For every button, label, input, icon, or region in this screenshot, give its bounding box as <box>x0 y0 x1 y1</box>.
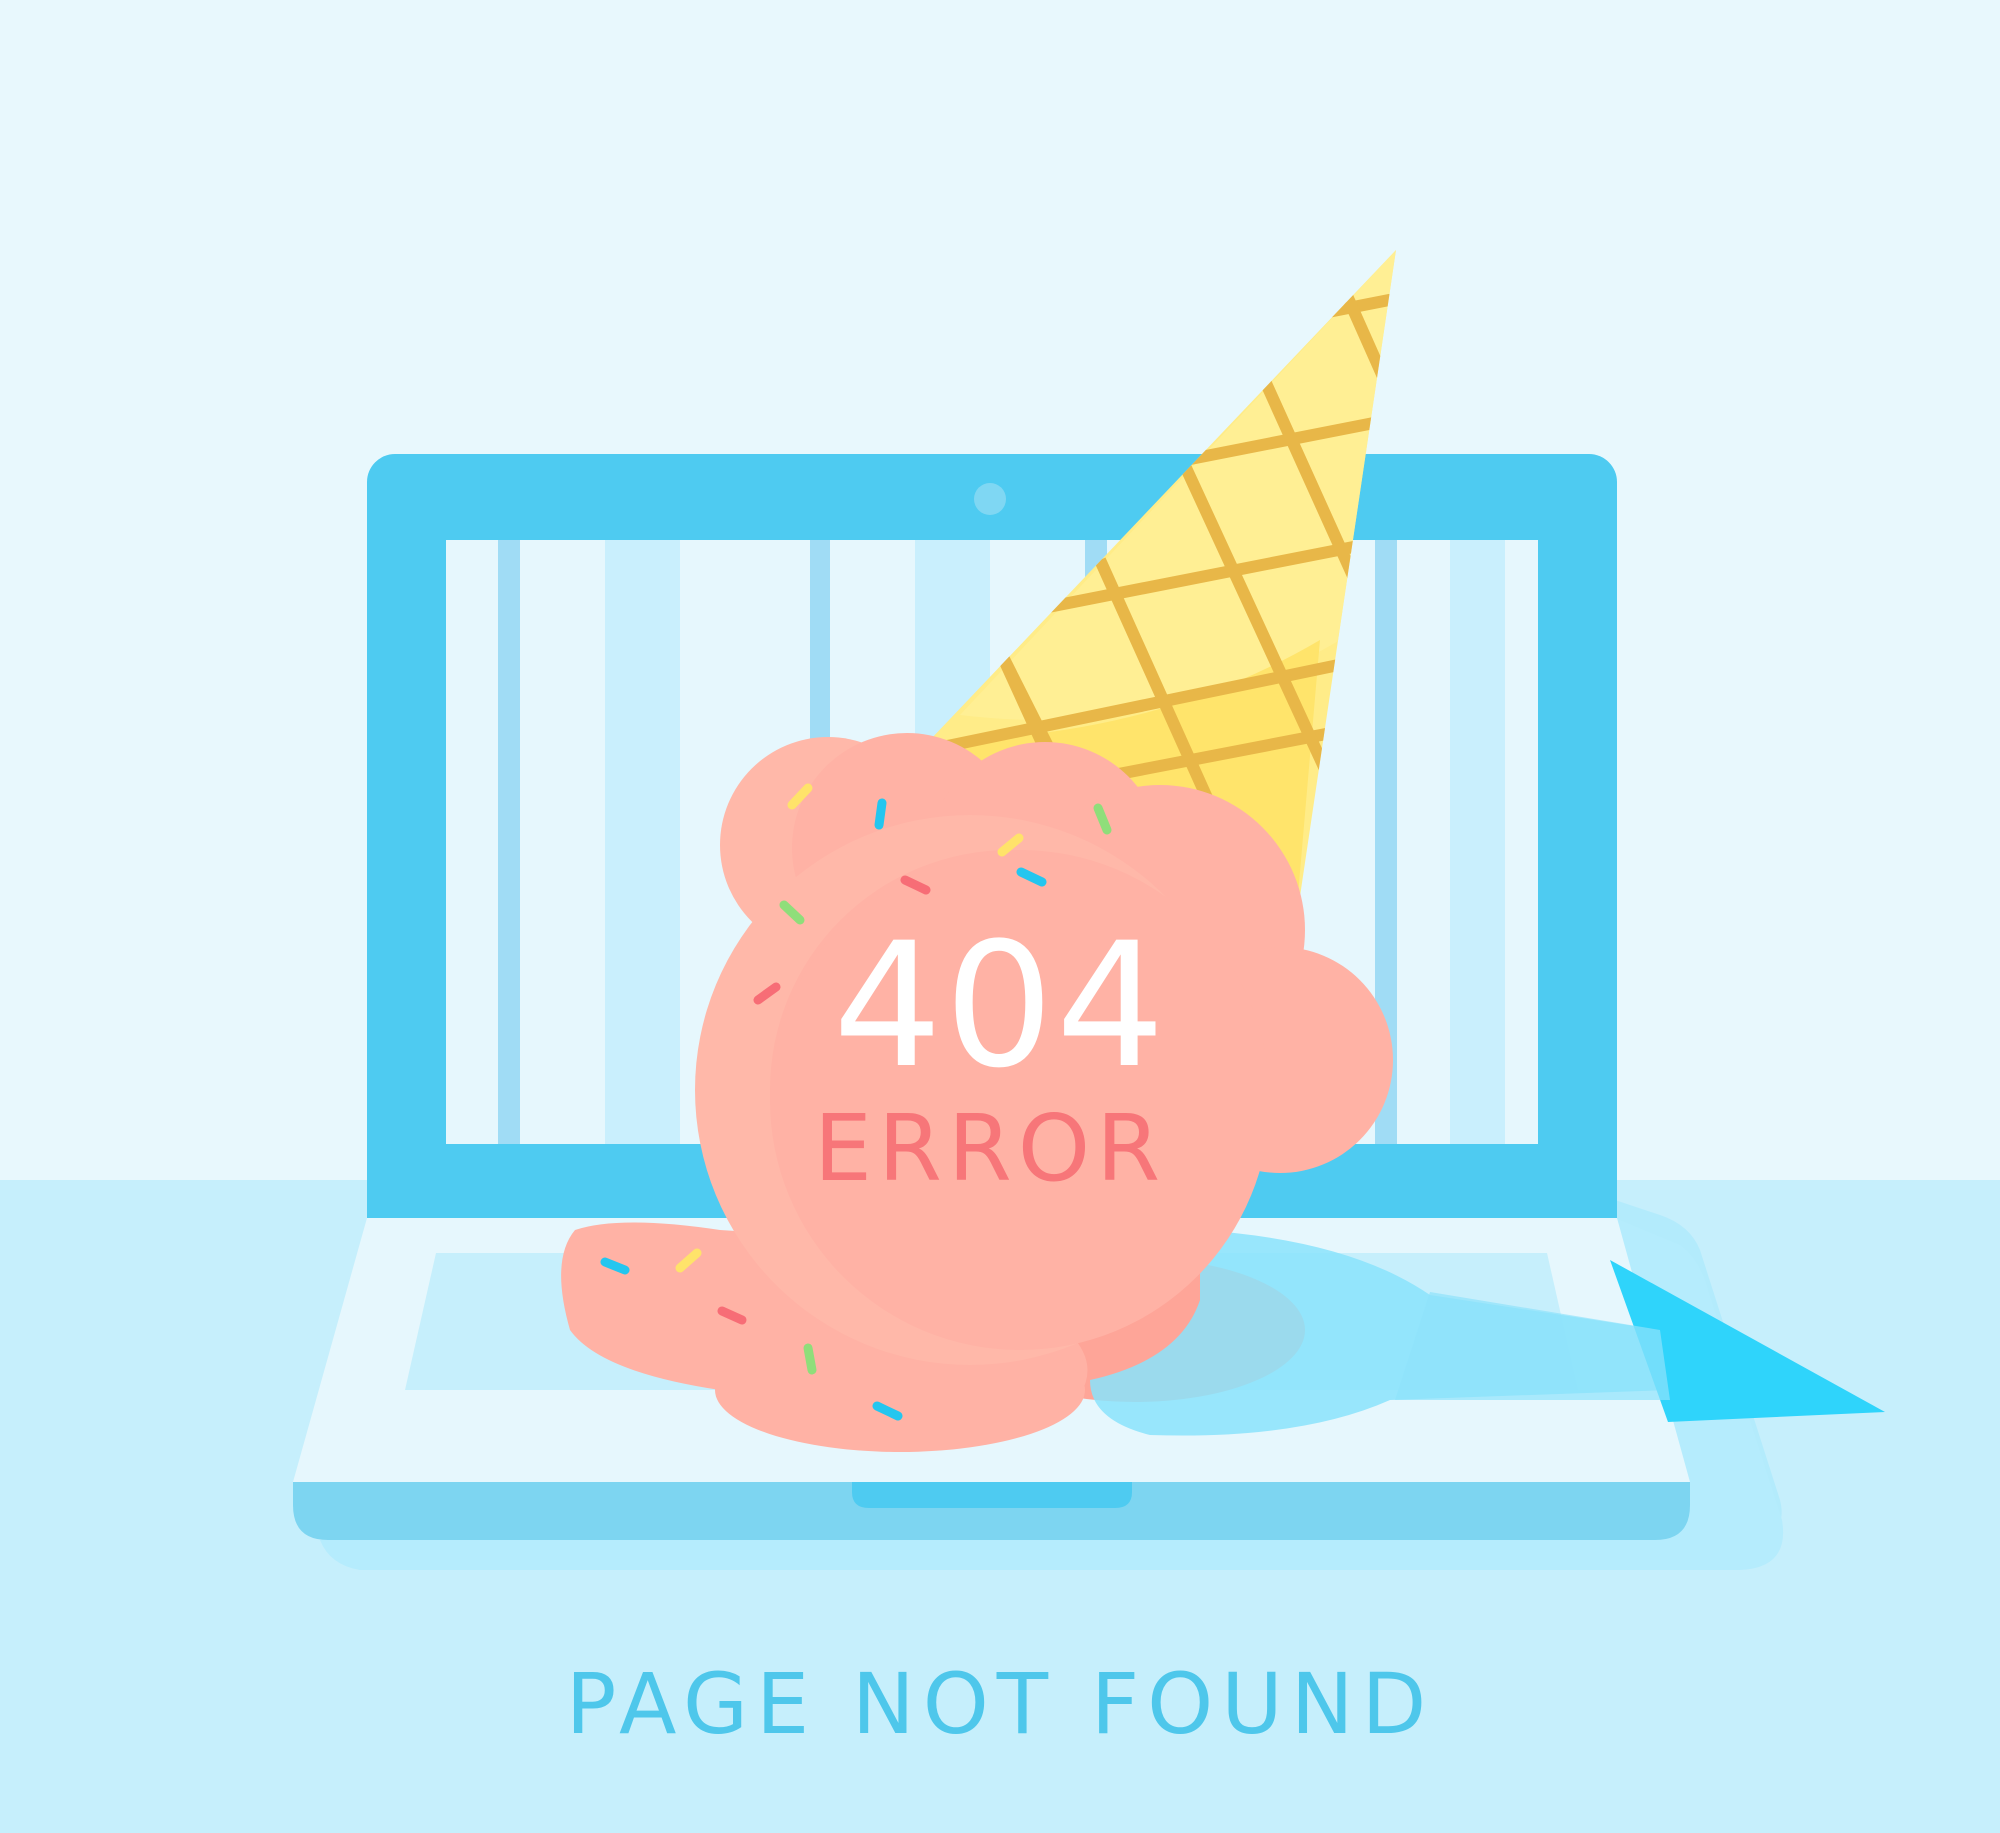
laptop-notch <box>852 1482 1132 1508</box>
webcam-icon <box>974 483 1006 515</box>
error-404-scene: 404 ERROR PAGE NOT FOUND <box>0 0 2000 1833</box>
error-label: ERROR <box>814 1095 1166 1202</box>
illustration: 404 ERROR PAGE NOT FOUND <box>0 0 2000 1833</box>
page-not-found-message: PAGE NOT FOUND <box>566 1655 1435 1753</box>
error-code: 404 <box>833 905 1167 1106</box>
